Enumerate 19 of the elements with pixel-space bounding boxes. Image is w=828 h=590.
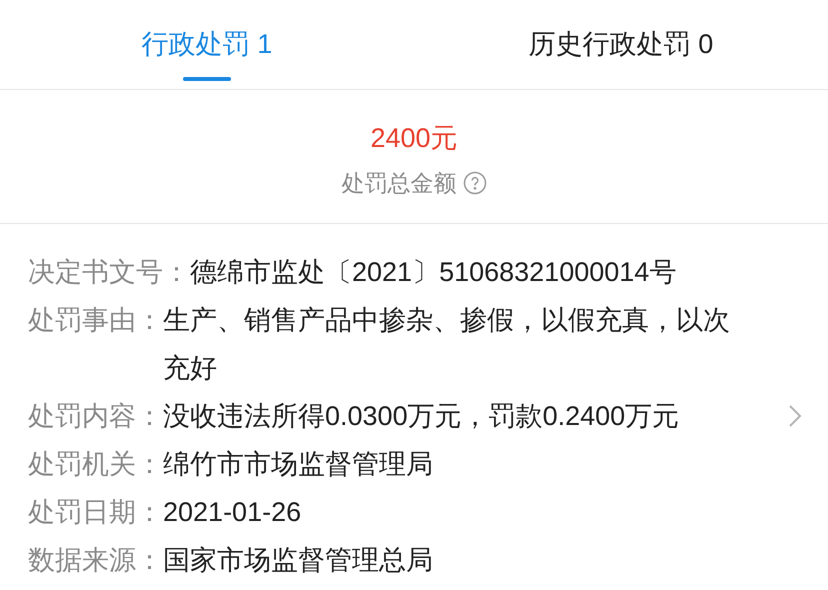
help-icon[interactable] bbox=[462, 171, 486, 196]
field-value: 生产、销售产品中掺杂、掺假，以假充真，以次充好 bbox=[163, 304, 731, 385]
field-value: 国家市场监督管理总局 bbox=[163, 544, 434, 577]
tab[interactable]: 历史行政处罚 0 bbox=[414, 0, 828, 89]
field-value: 2021-01-26 bbox=[163, 496, 302, 529]
field-label: 处罚事由： bbox=[28, 304, 163, 337]
total-amount-label: 处罚总金额 bbox=[342, 169, 456, 198]
field-label: 处罚内容： bbox=[28, 400, 163, 433]
total-amount: 2400元 bbox=[370, 122, 458, 155]
field-value: 绵竹市市场监督管理局 bbox=[163, 448, 434, 481]
field-label: 数据来源： bbox=[28, 544, 163, 577]
field-value: 没收违法所得0.0300万元，罚款0.2400万元 bbox=[163, 400, 680, 433]
field-label: 处罚机关： bbox=[28, 448, 163, 481]
field-value: 德绵市监处〔2021〕51068321000014号 bbox=[190, 256, 678, 289]
field-label: 处罚日期： bbox=[28, 496, 163, 529]
field-label: 决定书文号： bbox=[28, 256, 190, 289]
chevron-right-icon[interactable] bbox=[788, 404, 802, 428]
tab[interactable]: 行政处罚 1 bbox=[0, 0, 414, 89]
tab-indicator bbox=[183, 77, 231, 81]
